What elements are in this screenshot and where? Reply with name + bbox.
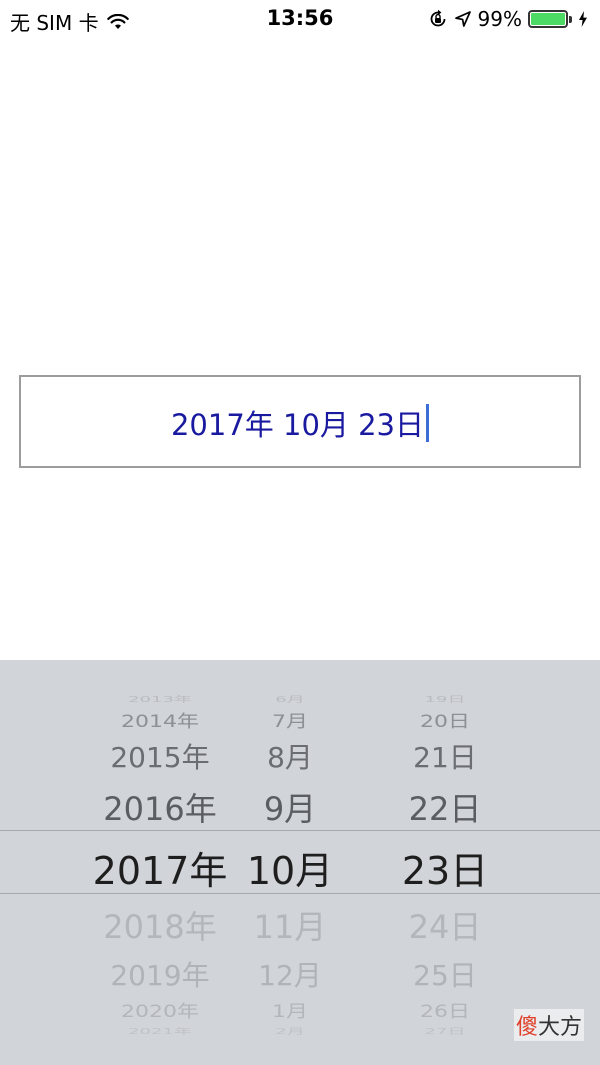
day-option[interactable]: 24日 — [370, 902, 520, 948]
battery-level — [531, 13, 565, 25]
day-option[interactable]: 21日 — [370, 736, 520, 776]
day-option[interactable]: 27日 — [370, 1025, 520, 1037]
battery-body — [528, 10, 568, 28]
month-option[interactable]: 1月 — [225, 998, 355, 1023]
watermark-logo: 傻大方 — [513, 1009, 584, 1041]
status-right: 99% — [428, 7, 588, 31]
battery-percent: 99% — [477, 7, 522, 31]
year-option[interactable]: 2021年 — [70, 1025, 250, 1037]
month-option[interactable]: 9月 — [225, 784, 355, 830]
orientation-lock-icon — [428, 9, 448, 29]
year-option[interactable]: 2019年 — [70, 954, 250, 994]
day-wheel[interactable]: 19日 20日 21日 22日 23日 24日 25日 26日 27日 — [370, 660, 520, 1065]
year-option[interactable]: 2014年 — [70, 708, 250, 733]
date-value: 2017年 10月 23日 — [170, 408, 425, 442]
text-cursor — [426, 404, 430, 442]
year-option[interactable]: 2020年 — [70, 998, 250, 1023]
battery-icon — [528, 10, 572, 28]
status-bar: 无 SIM 卡 13:56 99% — [0, 0, 600, 40]
month-option[interactable]: 11月 — [225, 902, 355, 948]
day-option[interactable]: 26日 — [370, 998, 520, 1023]
year-option[interactable]: 2018年 — [70, 902, 250, 948]
year-option-selected[interactable]: 2017年 — [70, 840, 250, 895]
month-option[interactable]: 8月 — [225, 736, 355, 776]
day-option[interactable]: 19日 — [370, 693, 520, 705]
month-wheel[interactable]: 6月 7月 8月 9月 10月 11月 12月 1月 2月 — [225, 660, 355, 1065]
day-option[interactable]: 20日 — [370, 708, 520, 733]
month-option[interactable]: 2月 — [225, 1025, 355, 1037]
year-option[interactable]: 2015年 — [70, 736, 250, 776]
date-picker[interactable]: 2013年 2014年 2015年 2016年 2017年 2018年 2019… — [0, 660, 600, 1065]
battery-cap — [569, 15, 572, 23]
watermark-accent-char: 傻 — [515, 1015, 538, 1040]
day-option[interactable]: 25日 — [370, 954, 520, 994]
date-field-content: 2017年 10月 23日 — [21, 402, 579, 444]
location-arrow-icon — [454, 10, 472, 28]
month-option-selected[interactable]: 10月 — [225, 840, 355, 895]
year-wheel[interactable]: 2013年 2014年 2015年 2016年 2017年 2018年 2019… — [70, 660, 250, 1065]
year-option[interactable]: 2016年 — [70, 784, 250, 830]
day-option-selected[interactable]: 23日 — [370, 840, 520, 895]
year-option[interactable]: 2013年 — [70, 693, 250, 705]
month-option[interactable]: 7月 — [225, 708, 355, 733]
month-option[interactable]: 12月 — [225, 954, 355, 994]
charging-bolt-icon — [578, 11, 588, 27]
day-option[interactable]: 22日 — [370, 784, 520, 830]
watermark-text: 大方 — [537, 1015, 582, 1040]
date-input-field[interactable]: 2017年 10月 23日 — [19, 375, 581, 468]
month-option[interactable]: 6月 — [225, 693, 355, 705]
